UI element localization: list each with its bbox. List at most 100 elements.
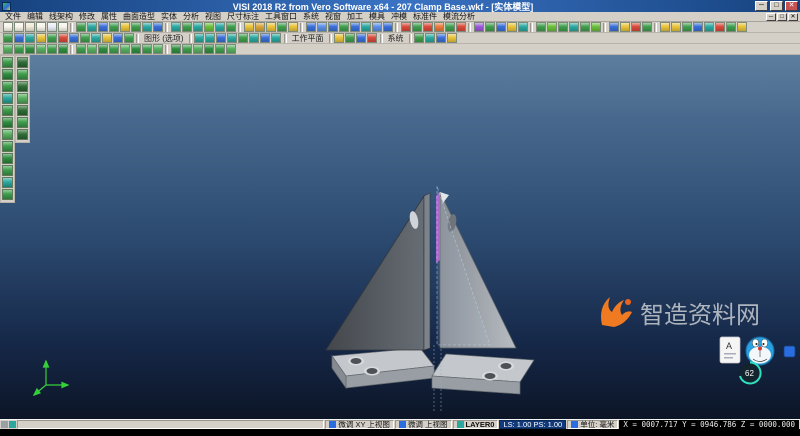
analysis-tools-icon[interactable] [507,22,517,32]
snap-tool-icon[interactable] [17,81,28,92]
display-tools-icon[interactable] [238,33,248,43]
model-right-base-plate[interactable] [432,354,534,394]
solid-tools-icon[interactable] [383,22,393,32]
menu-surface-modeling[interactable]: 曲面造型 [120,11,158,22]
wireframe-tools-icon[interactable] [109,22,119,32]
select-tool-icon[interactable] [2,165,13,176]
view-orientation-icon[interactable] [14,44,24,54]
dimension-tools-icon[interactable] [642,22,652,32]
solid-tools-icon[interactable] [350,22,360,32]
edit-tools-icon[interactable] [14,33,24,43]
system-tools-icon[interactable] [436,33,446,43]
view-zoom-icon[interactable] [153,44,163,54]
feature-tools-icon[interactable] [456,22,466,32]
select-tool-icon[interactable] [2,69,13,80]
machining-tools-icon[interactable] [737,22,747,32]
snap-tool-icon[interactable] [17,129,28,140]
analysis-tools-icon[interactable] [485,22,495,32]
surface-tools-icon[interactable] [288,22,298,32]
copy-icon[interactable] [58,22,68,32]
feature-tools-icon[interactable] [401,22,411,32]
workplane-tools-icon[interactable] [367,33,377,43]
status-scale[interactable]: LS: 1.00 PS: 1.00 [499,420,566,429]
minimize-button[interactable]: ─ [755,1,768,11]
edit-tools-icon[interactable] [3,33,13,43]
workplane-tools-icon[interactable] [356,33,366,43]
view-zoom-icon[interactable] [131,44,141,54]
display-tools-icon[interactable] [216,33,226,43]
menu-view[interactable]: 视图 [202,11,224,22]
edit-tools-icon[interactable] [25,33,35,43]
wireframe-tools-icon[interactable] [98,22,108,32]
status-view-secondary[interactable]: 微调 上视图 [395,420,452,429]
menu-edit[interactable]: 编辑 [24,11,46,22]
solid-tools-icon[interactable] [328,22,338,32]
view-shading-icon[interactable] [171,44,181,54]
model-left-gusset[interactable] [326,193,430,350]
select-tool-icon[interactable] [2,117,13,128]
curve-tools-icon[interactable] [204,22,214,32]
view-orientation-icon[interactable] [36,44,46,54]
edit-tools-icon[interactable] [102,33,112,43]
edit-tools-icon[interactable] [113,33,123,43]
view-zoom-icon[interactable] [120,44,130,54]
surface-tools-icon[interactable] [255,22,265,32]
transform-tools-icon[interactable] [536,22,546,32]
analysis-tools-icon[interactable] [496,22,506,32]
surface-tools-icon[interactable] [266,22,276,32]
workplane-label[interactable]: 工作平面 [289,33,327,44]
display-tools-icon[interactable] [249,33,259,43]
machining-tools-icon[interactable] [693,22,703,32]
machining-tools-icon[interactable] [715,22,725,32]
solid-tools-icon[interactable] [306,22,316,32]
view-orientation-icon[interactable] [25,44,35,54]
display-tools-icon[interactable] [205,33,215,43]
wireframe-tools-icon[interactable] [76,22,86,32]
wireframe-tools-icon[interactable] [131,22,141,32]
view-zoom-icon[interactable] [142,44,152,54]
save-file-icon[interactable] [25,22,35,32]
mdi-close-button[interactable]: ✕ [788,13,798,21]
snap-tool-icon[interactable] [17,105,28,116]
print-icon[interactable] [36,22,46,32]
menu-wireframe[interactable]: 线架构 [46,11,76,22]
status-view-mode[interactable]: 微调 XY 上视图 [325,420,394,429]
menu-tool-window[interactable]: 工具窗口 [262,11,300,22]
view-shading-icon[interactable] [193,44,203,54]
menu-modify[interactable]: 修改 [76,11,98,22]
snap-tool-icon[interactable] [17,93,28,104]
select-tool-icon[interactable] [2,177,13,188]
display-tools-icon[interactable] [227,33,237,43]
feature-tools-icon[interactable] [434,22,444,32]
solid-tools-icon[interactable] [361,22,371,32]
system-tools-icon[interactable] [414,33,424,43]
display-tools-icon[interactable] [260,33,270,43]
machining-tools-icon[interactable] [726,22,736,32]
view-shading-icon[interactable] [226,44,236,54]
edit-tools-icon[interactable] [36,33,46,43]
select-tool-icon[interactable] [2,189,13,200]
dimension-tools-icon[interactable] [609,22,619,32]
edit-tools-icon[interactable] [58,33,68,43]
snap-tool-icon[interactable] [17,69,28,80]
edit-tools-icon[interactable] [124,33,134,43]
select-tool-icon[interactable] [2,57,13,68]
menu-mould[interactable]: 模具 [366,11,388,22]
transform-tools-icon[interactable] [558,22,568,32]
solid-tools-icon[interactable] [317,22,327,32]
workplane-tools-icon[interactable] [345,33,355,43]
menu-machining[interactable]: 加工 [344,11,366,22]
transform-tools-icon[interactable] [591,22,601,32]
machining-tools-icon[interactable] [682,22,692,32]
analysis-tools-icon[interactable] [474,22,484,32]
transform-tools-icon[interactable] [547,22,557,32]
view-orientation-icon[interactable] [47,44,57,54]
open-file-icon[interactable] [14,22,24,32]
machining-tools-icon[interactable] [660,22,670,32]
select-tool-icon[interactable] [2,81,13,92]
view-zoom-icon[interactable] [98,44,108,54]
menu-analysis[interactable]: 分析 [180,11,202,22]
close-button[interactable]: ✕ [785,1,798,11]
wireframe-tools-icon[interactable] [87,22,97,32]
dimension-tools-icon[interactable] [620,22,630,32]
